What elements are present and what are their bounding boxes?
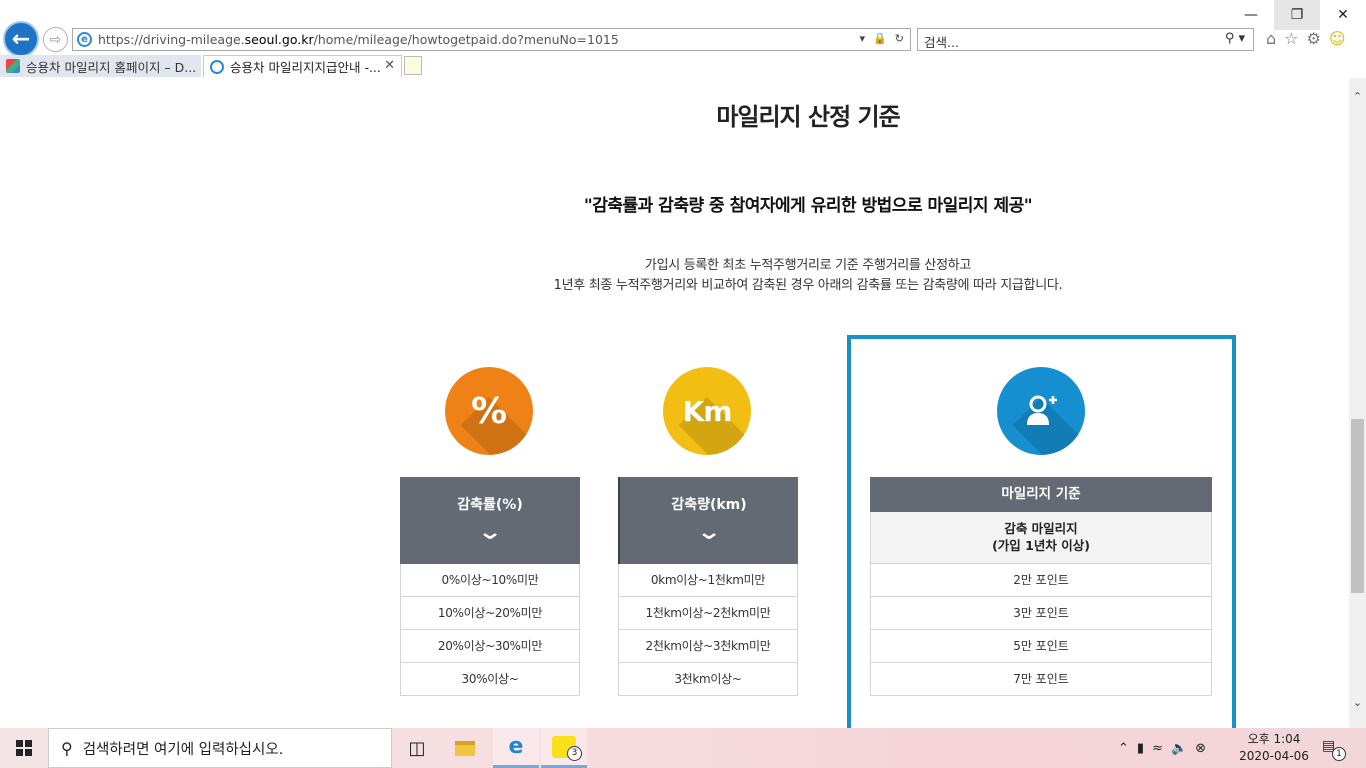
taskbar-search-input[interactable]: ⚲ 검색하려면 여기에 입력하십시오. <box>48 728 392 768</box>
folder-icon <box>455 740 475 756</box>
reduction-amount-column: 감축량(km) ⌄ 0km이상~1천km미만 1천km이상~2천km미만 2천k… <box>618 477 798 696</box>
page-subtitle: "감축률과 감축량 중 참여자에게 유리한 방법으로 마일리지 제공" <box>583 196 1033 216</box>
task-view-button[interactable]: ◫ <box>394 728 440 768</box>
kakaotalk-button[interactable]: 3 <box>541 728 587 768</box>
address-bar[interactable]: e https://driving-mileage. seoul.go.kr/ho… <box>72 28 911 51</box>
browser-search-input[interactable]: 검색... ⚲ ▾ <box>917 28 1254 51</box>
table-row: 2천km이상~3천km미만 <box>618 630 798 663</box>
reduction-rate-title: 감축률(%) <box>457 497 523 513</box>
table-row: 2만 포인트 <box>870 564 1212 597</box>
smiley-feedback-icon[interactable]: ☺ <box>1329 29 1346 48</box>
reduction-amount-title: 감축량(km) <box>671 497 747 513</box>
chevron-down-icon: ⌄ <box>696 520 722 545</box>
reduction-amount-header: 감축량(km) ⌄ <box>618 477 798 564</box>
ie-favicon-icon <box>210 59 224 74</box>
vertical-scrollbar[interactable]: ⌃ ⌄ <box>1349 78 1366 728</box>
chevron-down-icon: ⌄ <box>477 520 503 545</box>
table-row: 5만 포인트 <box>870 630 1212 663</box>
home-icon[interactable]: ⌂ <box>1266 29 1276 48</box>
table-row: 20%이상~30%미만 <box>400 630 580 663</box>
browser-toolbar: ⌂ ☆ ⚙ ☺ <box>1266 29 1346 48</box>
minimize-button[interactable]: — <box>1228 0 1274 30</box>
browser-search-placeholder: 검색... <box>924 35 959 50</box>
reduction-rate-column: 감축률(%) ⌄ 0%이상~10%미만 10%이상~20%미만 20%이상~30… <box>400 477 580 696</box>
table-row: 10%이상~20%미만 <box>400 597 580 630</box>
page-title: 마일리지 산정 기준 <box>716 103 900 131</box>
favorites-star-icon[interactable]: ☆ <box>1284 29 1298 48</box>
kakaotalk-badge: 3 <box>567 745 582 761</box>
arrow-right-icon: ⇨ <box>49 31 62 48</box>
notification-center-button[interactable]: ▤ 1 <box>1322 738 1346 761</box>
scroll-down-icon[interactable]: ⌄ <box>1349 696 1366 713</box>
browser-chrome: ← ⇨ e https://driving-mileage. seoul.go.k… <box>0 0 1366 78</box>
internet-explorer-button[interactable]: e <box>493 728 539 768</box>
site-favicon-icon <box>6 59 20 73</box>
clock-date: 2020-04-06 <box>1239 749 1309 763</box>
page-content: 마일리지 산정 기준 "감축률과 감축량 중 참여자에게 유리한 방법으로 마일… <box>0 78 1349 728</box>
tab-homepage[interactable]: 승용차 마일리지 홈페이지 – D... <box>0 55 201 77</box>
km-icon: Km <box>663 367 751 455</box>
taskbar-clock[interactable]: 오후 1:04 2020-04-06 <box>1236 731 1312 765</box>
page-description: 가입시 등록한 최초 누적주행거리로 기준 주행거리를 산정하고 1년후 최종 … <box>0 256 1349 296</box>
table-row: 7만 포인트 <box>870 663 1212 696</box>
file-explorer-button[interactable] <box>442 728 488 768</box>
clock-time: 오후 1:04 <box>1247 732 1301 746</box>
km-glyph: Km <box>682 394 733 428</box>
chevron-up-icon[interactable]: ⌃ <box>1118 741 1129 756</box>
back-button[interactable]: ← <box>3 21 39 57</box>
restore-button[interactable]: ❐ <box>1274 0 1320 30</box>
wifi-icon[interactable]: ≈ <box>1152 741 1163 756</box>
gear-icon[interactable]: ⚙ <box>1307 29 1321 48</box>
table-row: 30%이상~ <box>400 663 580 696</box>
search-icon: ⚲ <box>61 738 73 758</box>
url-prefix: https://driving-mileage. <box>98 32 245 47</box>
scrollbar-thumb[interactable] <box>1351 419 1364 593</box>
task-view-icon: ◫ <box>408 737 426 759</box>
battery-icon[interactable]: ▮ <box>1137 741 1144 756</box>
url-host: seoul.go.kr <box>244 32 314 47</box>
tab-close-icon[interactable]: ✕ <box>384 58 395 73</box>
table-row: 3만 포인트 <box>870 597 1212 630</box>
lock-icon[interactable]: 🔒 <box>873 32 887 45</box>
start-button[interactable] <box>0 728 48 768</box>
scroll-up-icon[interactable]: ⌃ <box>1349 90 1366 107</box>
ie-page-icon: e <box>77 32 92 47</box>
search-icon[interactable]: ⚲ ▾ <box>1225 31 1245 46</box>
description-line-2: 1년후 최종 누적주행거리와 비교하여 감축된 경우 아래의 감축률 또는 감축… <box>553 278 1063 293</box>
tab-mileage-guide[interactable]: 승용차 마일리지지급안내 -... ✕ <box>203 55 402 77</box>
no-network-icon[interactable]: ⊗ <box>1195 741 1206 756</box>
refresh-icon[interactable]: ↻ <box>895 32 904 45</box>
table-row: 1천km이상~2천km미만 <box>618 597 798 630</box>
system-tray: ⌃ ▮ ≈ 🔈 ⊗ <box>1118 728 1206 768</box>
percent-icon: % <box>445 367 533 455</box>
description-line-1: 가입시 등록한 최초 누적주행거리로 기준 주행거리를 산정하고 <box>644 258 972 273</box>
tab-label: 승용차 마일리지지급안내 -... <box>230 60 381 75</box>
new-tab-button[interactable] <box>404 56 422 75</box>
table-row: 0%이상~10%미만 <box>400 564 580 597</box>
speaker-icon[interactable]: 🔈 <box>1171 741 1187 756</box>
dropdown-icon[interactable]: ▾ <box>860 32 866 45</box>
url-path: /home/mileage/howtogetpaid.do?menuNo=101… <box>313 32 619 47</box>
percent-glyph: % <box>470 390 508 432</box>
mileage-table: 마일리지 기준 감축 마일리지 (가입 1년차 이상) 2만 포인트 3만 포인… <box>870 477 1212 696</box>
close-button[interactable]: ✕ <box>1320 0 1366 30</box>
windows-logo-icon <box>16 740 32 756</box>
notification-badge: 1 <box>1332 747 1346 761</box>
table-row: 0km이상~1천km미만 <box>618 564 798 597</box>
mileage-table-subheader: 감축 마일리지 (가입 1년차 이상) <box>870 512 1212 564</box>
forward-button[interactable]: ⇨ <box>43 27 68 52</box>
windows-taskbar: ⚲ 검색하려면 여기에 입력하십시오. ◫ e 3 ⌃ ▮ ≈ 🔈 ⊗ 오후 1… <box>0 728 1366 768</box>
taskbar-search-placeholder: 검색하려면 여기에 입력하십시오. <box>82 741 284 758</box>
reduction-rate-header: 감축률(%) ⌄ <box>400 477 580 564</box>
ie-icon: e <box>508 734 524 759</box>
tab-label: 승용차 마일리지 홈페이지 – D... <box>26 59 197 75</box>
mileage-table-header: 마일리지 기준 <box>870 477 1212 512</box>
kakaotalk-icon: 3 <box>552 735 582 761</box>
table-row: 3천km이상~ <box>618 663 798 696</box>
arrow-left-icon: ← <box>11 26 31 52</box>
